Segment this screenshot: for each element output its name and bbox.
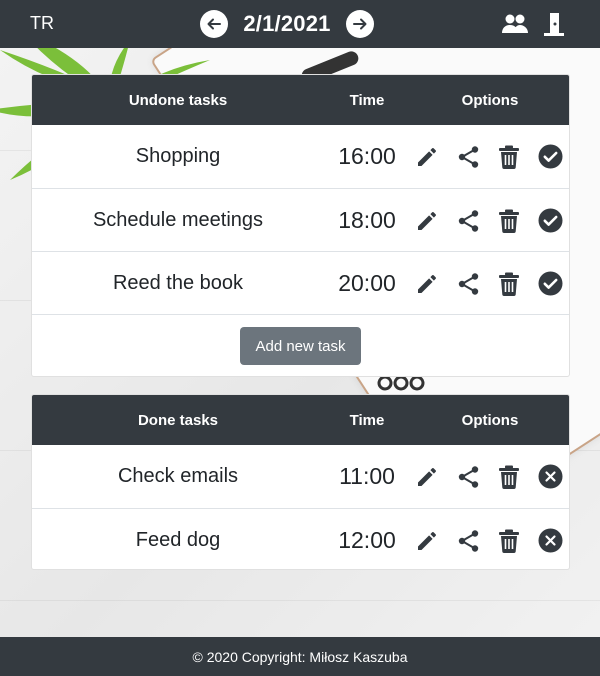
door-exit-icon: [544, 13, 564, 36]
share-icon: [457, 465, 481, 489]
column-header-time: Time: [349, 411, 385, 429]
done-tasks-card: Done tasks Time Options Check emails 11:0…: [31, 394, 570, 570]
share-task-button[interactable]: [457, 145, 481, 169]
pencil-icon: [415, 209, 439, 233]
footer: © 2020 Copyright: Miłosz Kaszuba: [0, 637, 600, 676]
task-options: [415, 125, 567, 188]
mark-done-button[interactable]: [538, 144, 563, 169]
times-circle-icon: [538, 464, 563, 489]
task-row: Reed the book 20:00: [32, 251, 569, 314]
trash-icon: [498, 272, 520, 296]
users-button[interactable]: [502, 13, 528, 35]
navbar-actions: [502, 12, 564, 36]
share-task-button[interactable]: [457, 209, 481, 233]
task-options: [415, 509, 567, 569]
pencil-icon: [415, 272, 439, 296]
column-header-options: Options: [461, 91, 519, 109]
arrow-right-icon: [353, 18, 367, 30]
task-name: Check emails: [117, 465, 239, 487]
task-name: Shopping: [135, 145, 221, 167]
task-time: 18:00: [338, 207, 396, 233]
logout-button[interactable]: [544, 12, 564, 36]
trash-icon: [498, 465, 520, 489]
mark-done-button[interactable]: [538, 271, 563, 296]
task-options: [415, 445, 567, 508]
task-name: Schedule meetings: [92, 209, 264, 231]
pencil-icon: [415, 529, 439, 553]
share-task-button[interactable]: [457, 465, 481, 489]
check-circle-icon: [538, 144, 563, 169]
previous-day-button[interactable]: [200, 10, 228, 38]
share-icon: [457, 272, 481, 296]
delete-task-button[interactable]: [498, 465, 520, 489]
next-day-button[interactable]: [346, 10, 374, 38]
trash-icon: [498, 529, 520, 553]
edit-task-button[interactable]: [415, 272, 439, 296]
times-circle-icon: [538, 528, 563, 553]
edit-task-button[interactable]: [415, 529, 439, 553]
task-options: [415, 252, 567, 315]
current-date: 2/1/2021: [243, 11, 331, 36]
mark-undone-button[interactable]: [538, 528, 563, 553]
add-new-task-button[interactable]: Add new task: [240, 327, 361, 365]
delete-task-button[interactable]: [498, 145, 520, 169]
share-task-button[interactable]: [457, 272, 481, 296]
task-name: Feed dog: [135, 529, 221, 551]
task-row: Schedule meetings 18:00: [32, 188, 569, 251]
add-task-row: Add new task: [32, 314, 569, 376]
task-options: [415, 189, 567, 252]
column-header-options: Options: [461, 411, 519, 429]
edit-task-button[interactable]: [415, 465, 439, 489]
delete-task-button[interactable]: [498, 272, 520, 296]
pencil-icon: [415, 145, 439, 169]
check-circle-icon: [538, 271, 563, 296]
edit-task-button[interactable]: [415, 145, 439, 169]
navbar: TR 2/1/2021: [0, 0, 600, 48]
delete-task-button[interactable]: [498, 529, 520, 553]
mark-undone-button[interactable]: [538, 464, 563, 489]
brand-logo[interactable]: TR: [30, 13, 54, 34]
copyright-text: © 2020 Copyright: Miłosz Kaszuba: [192, 648, 408, 665]
edit-task-button[interactable]: [415, 209, 439, 233]
check-circle-icon: [538, 208, 563, 233]
undone-tasks-header: Undone tasks Time Options: [32, 75, 569, 125]
task-name: Reed the book: [112, 272, 244, 294]
share-icon: [457, 209, 481, 233]
task-row: Feed dog 12:00: [32, 508, 569, 569]
task-time: 16:00: [338, 143, 396, 169]
column-header-name: Undone tasks: [128, 91, 228, 109]
task-row: Check emails 11:00: [32, 445, 569, 508]
task-time: 12:00: [338, 527, 396, 553]
task-time: 20:00: [338, 270, 396, 296]
pencil-icon: [415, 465, 439, 489]
undone-tasks-card: Undone tasks Time Options Shopping 16:00 S…: [31, 74, 570, 377]
task-time: 11:00: [339, 463, 395, 489]
trash-icon: [498, 209, 520, 233]
column-header-name: Done tasks: [137, 411, 219, 429]
trash-icon: [498, 145, 520, 169]
share-icon: [457, 529, 481, 553]
date-navigator: 2/1/2021: [200, 9, 374, 39]
task-row: Shopping 16:00: [32, 125, 569, 188]
delete-task-button[interactable]: [498, 209, 520, 233]
share-icon: [457, 145, 481, 169]
share-task-button[interactable]: [457, 529, 481, 553]
done-tasks-header: Done tasks Time Options: [32, 395, 569, 445]
column-header-time: Time: [349, 91, 385, 109]
done-tasks-list: Check emails 11:00 Feed dog 12:00: [32, 445, 569, 569]
undone-tasks-list: Shopping 16:00 Schedule meetings 18:00 Reed …: [32, 125, 569, 314]
users-icon: [502, 14, 528, 33]
mark-done-button[interactable]: [538, 208, 563, 233]
arrow-left-icon: [207, 18, 221, 30]
